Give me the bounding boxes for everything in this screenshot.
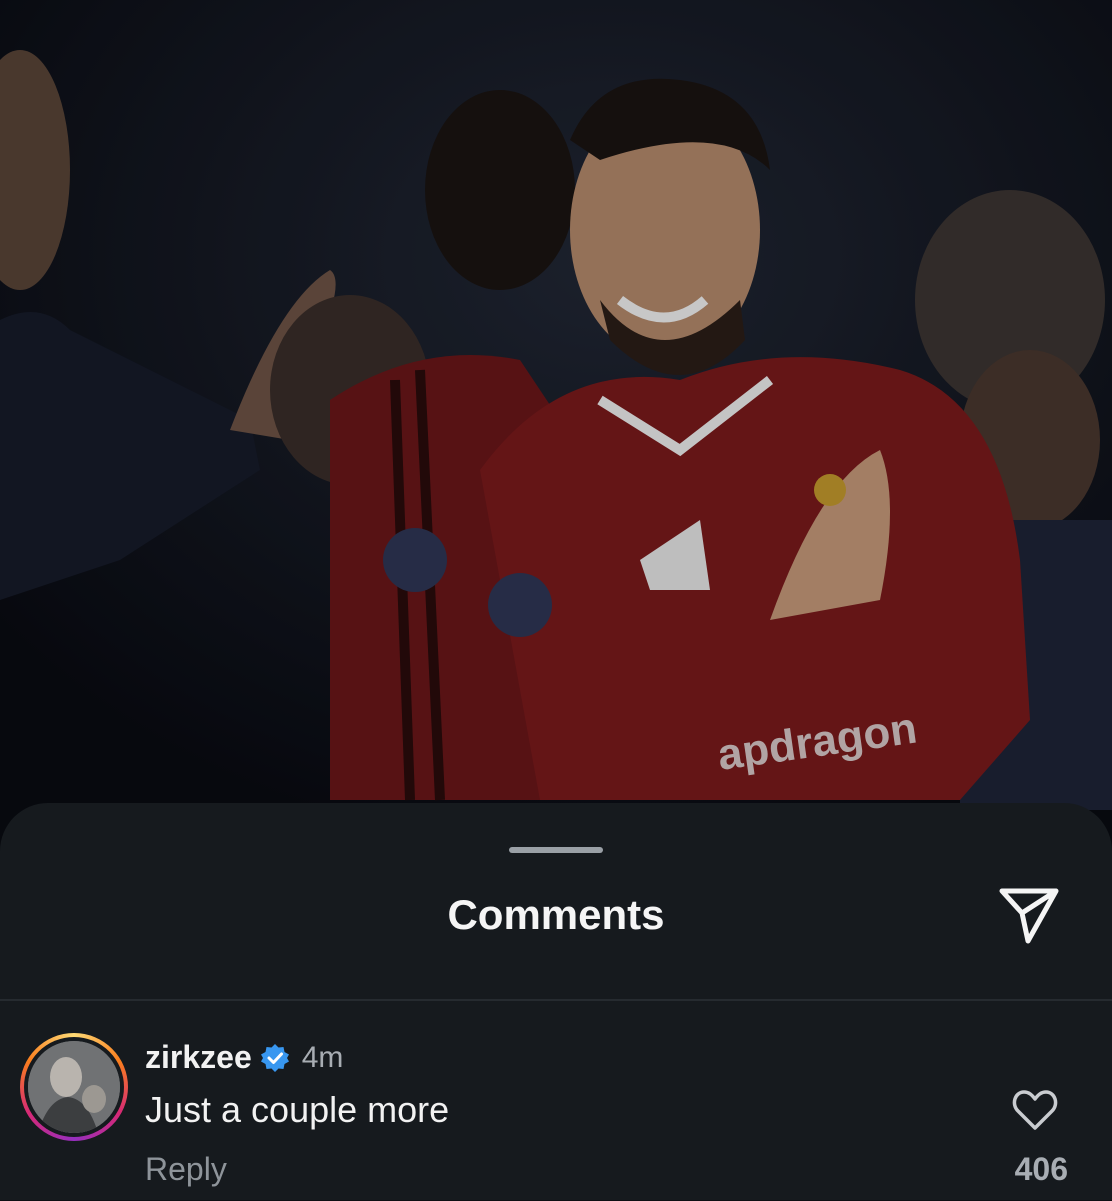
comments-sheet: Comments zirkzee 4m Just a couple more R…	[0, 803, 1112, 1200]
like-button[interactable]	[1010, 1087, 1060, 1133]
share-button[interactable]	[996, 883, 1062, 949]
sheet-title: Comments	[447, 891, 665, 938]
username[interactable]: zirkzee	[145, 1039, 252, 1076]
send-icon	[999, 888, 1059, 944]
drag-handle[interactable]	[509, 847, 603, 853]
comment-header: zirkzee 4m	[145, 1039, 343, 1076]
like-count: 406	[1014, 1151, 1068, 1187]
divider	[0, 999, 1112, 1001]
reply-button[interactable]: Reply	[145, 1151, 227, 1188]
post-photo: apdragon	[0, 0, 1112, 860]
comment-item: zirkzee 4m Just a couple more Reply 406	[0, 1031, 1112, 1201]
photo-illustration: apdragon	[0, 0, 1112, 860]
heart-icon	[1012, 1090, 1058, 1130]
avatar-story-ring[interactable]	[20, 1033, 128, 1141]
verified-badge-icon	[260, 1043, 290, 1073]
comment-timestamp: 4m	[301, 1040, 344, 1074]
comment-text: Just a couple more	[145, 1089, 450, 1130]
avatar-image	[28, 1041, 120, 1133]
avatar	[28, 1041, 120, 1133]
